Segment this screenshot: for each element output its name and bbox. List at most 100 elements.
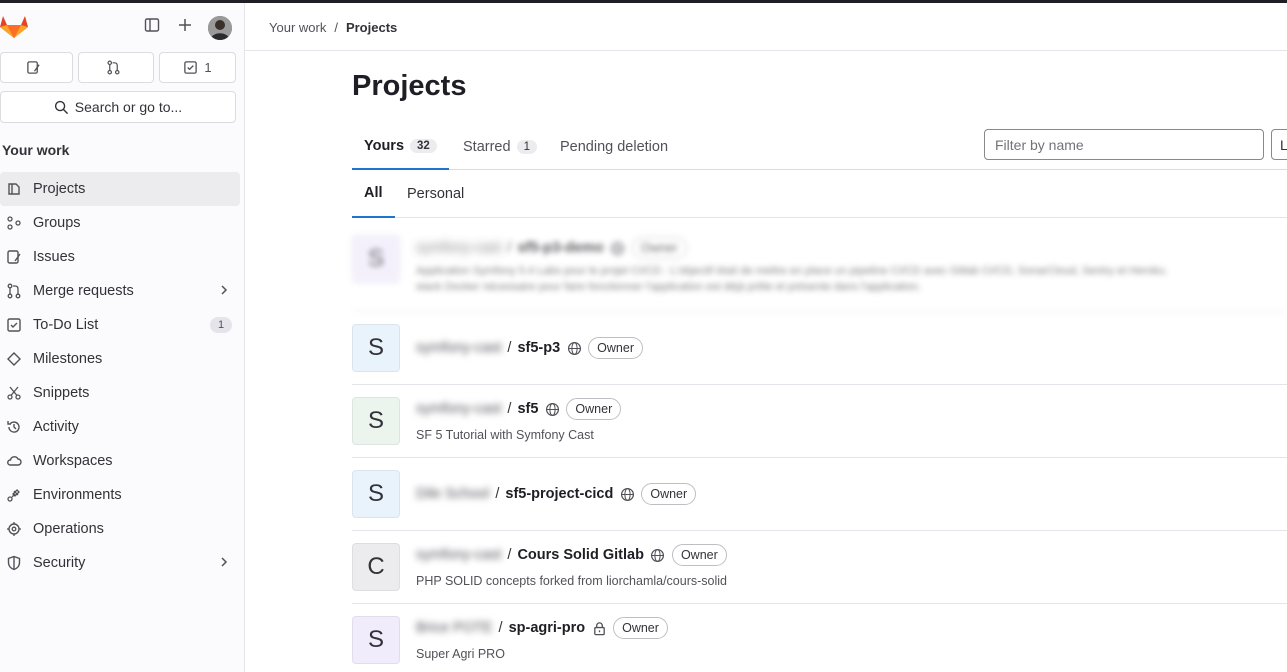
sidebar-nav: Projects Groups Issues Merge requests To… — [0, 172, 240, 580]
merge-request-icon — [106, 60, 120, 75]
project-avatar: S — [352, 235, 400, 283]
breadcrumb-parent-link[interactable]: Your work — [269, 20, 326, 35]
sidebar-item-snippets[interactable]: Snippets — [0, 376, 240, 410]
plus-icon[interactable] — [174, 14, 196, 36]
role-badge: Owner — [566, 398, 622, 420]
search-button[interactable]: Search or go to... — [0, 91, 236, 123]
sidebar-item-merge-requests[interactable]: Merge requests — [0, 274, 240, 308]
project-name[interactable]: sf5 — [517, 401, 538, 417]
sidebar-item-projects[interactable]: Projects — [0, 172, 240, 206]
sidebar-item-operations[interactable]: Operations — [0, 512, 240, 546]
globe-icon — [610, 240, 626, 256]
sidebar-item-activity[interactable]: Activity — [0, 410, 240, 444]
history-icon — [5, 418, 23, 436]
sidebar-item-issues[interactable]: Issues — [0, 240, 240, 274]
list-item[interactable]: C symfony-cast / Cours Solid Gitlab Owne… — [352, 531, 1287, 604]
project-name[interactable]: sp-agri-pro — [509, 620, 586, 636]
chevron-right-icon — [218, 284, 230, 300]
gitlab-logo[interactable] — [0, 13, 28, 39]
user-avatar[interactable] — [208, 16, 232, 40]
list-item[interactable]: S Dile School / sf5-project-cicd Owner — [352, 458, 1287, 531]
globe-icon — [619, 486, 635, 502]
project-description: stack Docker nécessaire pour faire fonct… — [416, 281, 921, 293]
sidebar-item-groups[interactable]: Groups — [0, 206, 240, 240]
lock-icon — [591, 620, 607, 636]
shield-icon — [5, 554, 23, 572]
todo-icon — [5, 316, 23, 334]
list-item[interactable]: S symfony-cast / sf5-p3 Owner — [352, 312, 1287, 385]
project-name[interactable]: sf5-p3 — [517, 340, 560, 356]
project-description: SF 5 Tutorial with Symfony Cast — [416, 428, 594, 442]
project-name[interactable]: sf5-p3-demo — [517, 240, 603, 256]
sidebar-header — [0, 3, 244, 47]
project-namespace[interactable]: Dile School — [416, 486, 489, 502]
subtab-all[interactable]: All — [352, 170, 395, 218]
search-label: Search or go to... — [74, 99, 183, 115]
cloud-icon — [5, 452, 23, 470]
sidebar-counters: 1 — [0, 52, 236, 83]
sidebar-toggle-icon[interactable] — [141, 14, 163, 36]
project-avatar: C — [352, 543, 400, 591]
sort-dropdown[interactable]: L — [1271, 129, 1287, 160]
role-badge: Owner — [631, 237, 687, 259]
project-list: S symfony-cast / sf5-p3-demo Owner Appli… — [352, 219, 1287, 672]
project-namespace[interactable]: symfony-cast — [416, 240, 501, 256]
environment-icon — [5, 486, 23, 504]
project-avatar: S — [352, 616, 400, 664]
project-name[interactable]: sf5-project-cicd — [505, 486, 613, 502]
project-avatar: S — [352, 470, 400, 518]
snippet-icon — [5, 384, 23, 402]
issues-icon — [5, 248, 23, 266]
tab-count-badge: 1 — [516, 140, 537, 154]
filter-by-name-input[interactable] — [984, 129, 1264, 160]
sidebar-item-workspaces[interactable]: Workspaces — [0, 444, 240, 478]
tab-starred[interactable]: Starred 1 — [463, 124, 537, 170]
subtab-personal[interactable]: Personal — [407, 170, 464, 218]
project-avatar: S — [352, 397, 400, 445]
merge-requests-counter-button[interactable] — [78, 52, 154, 83]
sidebar-item-milestones[interactable]: Milestones — [0, 342, 240, 376]
tab-pending-deletion[interactable]: Pending deletion — [560, 124, 668, 170]
globe-icon — [650, 547, 666, 563]
sidebar-item-todo-list[interactable]: To-Do List 1 — [0, 308, 240, 342]
milestone-icon — [5, 350, 23, 368]
role-badge: Owner — [588, 337, 643, 359]
todo-icon — [184, 61, 198, 74]
project-avatar: S — [352, 324, 400, 372]
issues-counter-button[interactable] — [0, 52, 73, 83]
breadcrumb: Your work / Projects — [269, 20, 397, 35]
tab-yours[interactable]: Yours 32 — [352, 124, 449, 170]
group-icon — [5, 214, 23, 232]
project-name[interactable]: Cours Solid Gitlab — [517, 547, 643, 563]
globe-icon — [544, 401, 560, 417]
role-badge: Owner — [613, 617, 668, 639]
search-icon — [54, 100, 68, 114]
breadcrumb-separator: / — [334, 20, 338, 35]
chevron-right-icon — [218, 556, 230, 572]
project-namespace[interactable]: Brice POTE — [416, 620, 493, 636]
project-namespace[interactable]: symfony-cast — [416, 401, 501, 417]
project-namespace[interactable]: symfony-cast — [416, 547, 501, 563]
project-icon — [5, 180, 23, 198]
list-item[interactable]: S Brice POTE / sp-agri-pro Owner Super A… — [352, 604, 1287, 672]
project-namespace[interactable]: symfony-cast — [416, 340, 501, 356]
sidebar-item-environments[interactable]: Environments — [0, 478, 240, 512]
role-badge: Owner — [671, 544, 727, 566]
project-description: Application Symfony 5.4 Labs pour le pro… — [416, 265, 1168, 277]
issues-icon — [27, 61, 40, 74]
globe-icon — [566, 340, 582, 356]
deployment-icon — [5, 520, 23, 538]
role-badge: Owner — [641, 483, 697, 505]
breadcrumb-current[interactable]: Projects — [346, 20, 397, 35]
list-item[interactable]: S symfony-cast / sf5 Owner SF 5 Tutorial… — [352, 385, 1287, 458]
list-item[interactable]: S symfony-cast / sf5-p3-demo Owner Appli… — [352, 219, 1287, 312]
merge-request-icon — [5, 282, 23, 300]
page-title: Projects — [352, 70, 467, 102]
project-description: PHP SOLID concepts forked from liorchaml… — [416, 574, 727, 588]
todo-count-badge: 1 — [210, 317, 232, 333]
sidebar-item-security[interactable]: Security — [0, 546, 240, 580]
project-description: Super Agri PRO — [416, 647, 505, 661]
todos-counter-button[interactable]: 1 — [159, 52, 236, 83]
section-heading: Your work — [2, 142, 70, 158]
sidebar: 1 Search or go to... Your work Projects … — [0, 3, 245, 672]
